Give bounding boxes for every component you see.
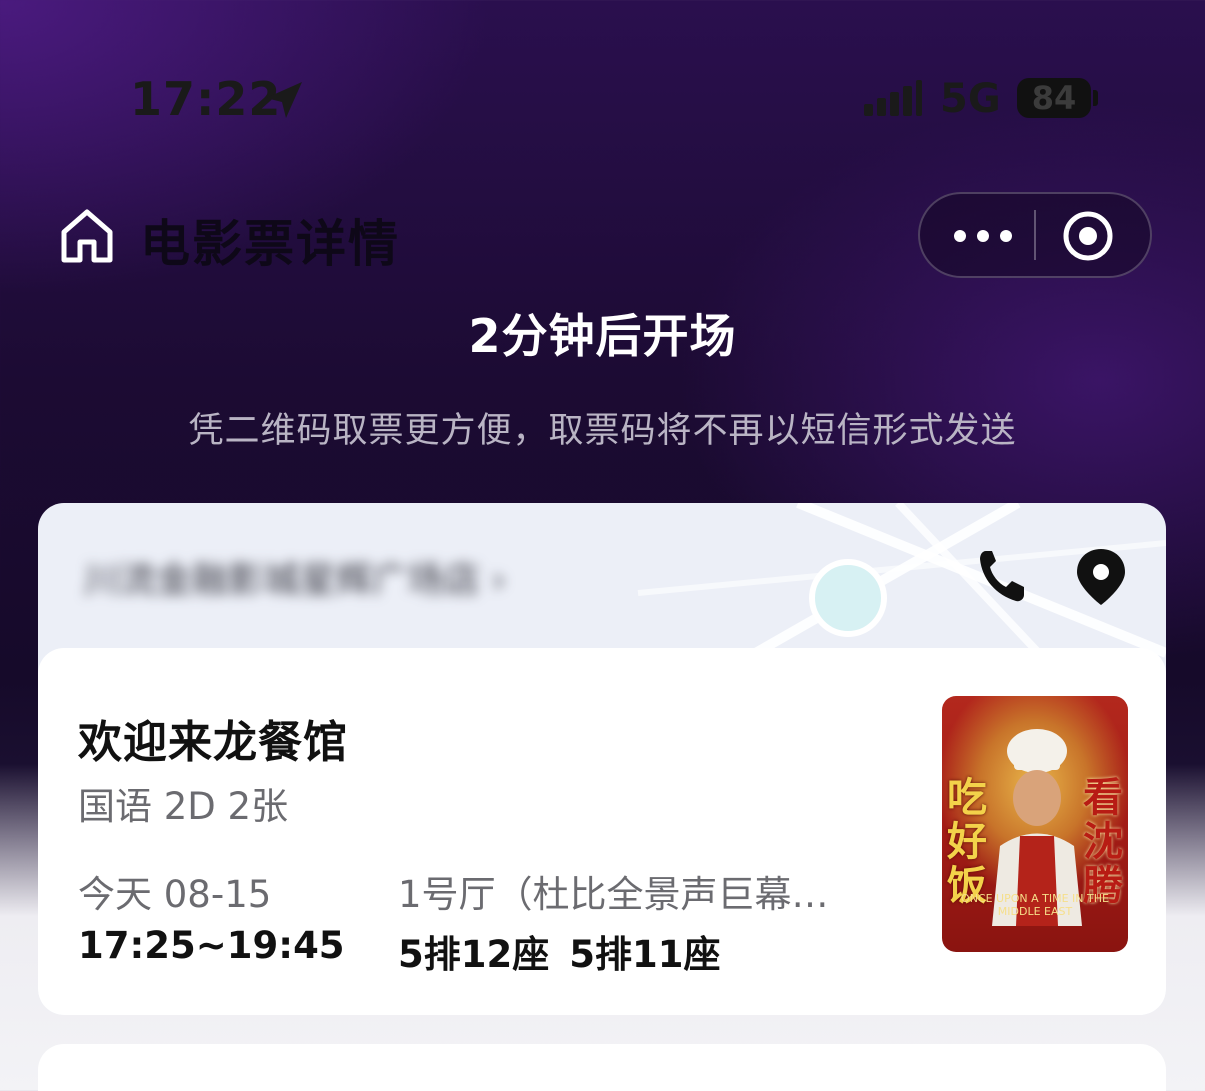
countdown-heading: 2分钟后开场 (468, 309, 737, 363)
location-arrow-icon (266, 82, 302, 118)
poster-slogan-right: 看沈腾 (1083, 774, 1123, 909)
ticket-info[interactable]: 欢迎来龙餐馆 国语 2D 2张 今天 08-15 17:25~19:45 1号厅… (38, 648, 1166, 1015)
pickup-notice: 凭二维码取票更方便，取票码将不再以短信形式发送 (188, 411, 1017, 451)
poster-slogan-left: 吃好饭 (947, 774, 987, 909)
show-date: 今天 08-15 (78, 873, 272, 916)
show-time: 17:25~19:45 (78, 924, 345, 967)
battery-tip (1093, 90, 1098, 106)
phone-icon[interactable] (978, 547, 1026, 603)
seat-item: 5排12座 (398, 933, 550, 976)
status-time: 17:22 (130, 72, 282, 126)
cinema-name-link[interactable]: 川流金融影城星辉广场店 › (84, 551, 644, 599)
movie-poster[interactable]: 吃好饭 看沈腾 ONCE UPON A TIME IN THE MIDDLE E… (942, 696, 1128, 952)
next-card (38, 1044, 1166, 1091)
target-close-icon[interactable] (1060, 208, 1116, 264)
network-label: 5G (940, 76, 1001, 122)
battery-indicator: 84 (1017, 78, 1091, 118)
signal-icon (864, 80, 922, 116)
battery-level: 84 (1031, 79, 1077, 117)
page-title: 电影票详情 (140, 215, 400, 273)
movie-meta: 国语 2D 2张 (78, 785, 289, 828)
movie-title: 欢迎来龙餐馆 (78, 717, 348, 768)
map-pin-icon[interactable] (1074, 547, 1128, 607)
hall-name: 1号厅（杜比全景声巨幕… (398, 873, 829, 916)
seat-list: 5排12座 5排11座 (398, 924, 720, 978)
seat-item: 5排11座 (569, 933, 721, 976)
capsule-divider (1034, 210, 1036, 260)
more-dots-icon[interactable] (950, 226, 1016, 246)
poster-caption: ONCE UPON A TIME IN THE MIDDLE EAST (961, 892, 1109, 918)
ticket-card: 川流金融影城星辉广场店 › 欢迎来龙餐馆 国语 2D 2张 今天 08-15 1… (38, 503, 1166, 1015)
home-icon[interactable] (58, 206, 116, 266)
